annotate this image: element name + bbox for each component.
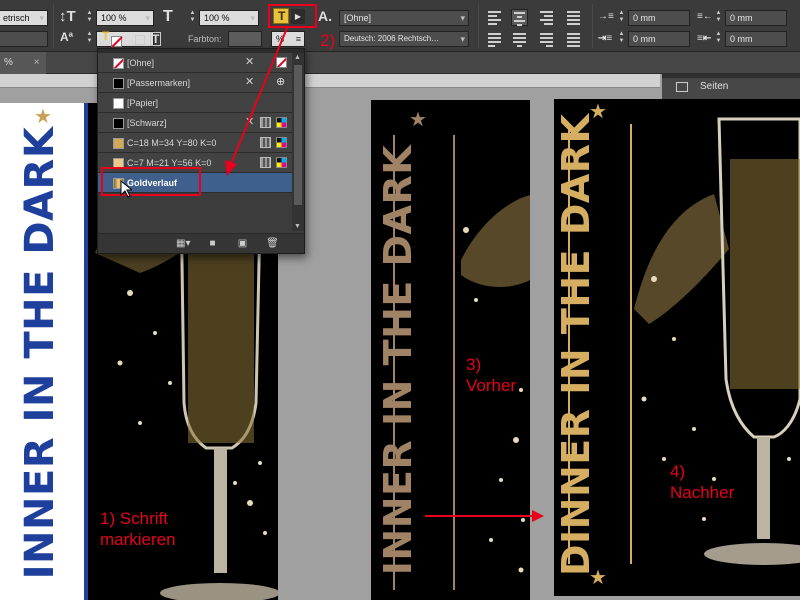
character-style-value: [Ohne] [344, 13, 372, 23]
last-line-indent-stepper[interactable]: ▲ ▼ [713, 31, 724, 47]
annotation-step-1-line-1: 1) Schrift [100, 509, 169, 528]
annotation-step-4-line-2: Nachher [670, 483, 735, 502]
first-line-indent-field[interactable]: 0 mm [628, 31, 690, 47]
vertical-scale-icon: ↕T [59, 8, 76, 25]
align-left-button[interactable] [486, 9, 503, 26]
trash-icon[interactable]: 🗑 [266, 238, 279, 249]
document-after[interactable]: ★ ★ DINNER IN THE DARK 4) Nachher [554, 99, 800, 596]
vertical-scale-value: 100 % [101, 13, 127, 23]
character-style-dropdown[interactable]: [Ohne] [339, 10, 469, 26]
measure-unit-sub-field[interactable] [0, 31, 48, 47]
panel-footer: ▦▾ ■ ▣ 🗑 [98, 233, 304, 253]
vertical-scale-stepper[interactable]: ▲ ▼ [84, 10, 95, 26]
control-bar: etrisch ↕T ▲▼ 100 % T ▲▼ 100 % Aª ▲▼ T T… [0, 0, 800, 52]
left-indent-field[interactable]: 0 mm [628, 10, 690, 26]
right-indent-stepper[interactable]: ▲ ▼ [713, 10, 724, 26]
frame-line-right [630, 124, 632, 564]
left-indent-icon: →≡ [598, 11, 614, 22]
separator [592, 4, 593, 48]
annotation-arrow-before-after [425, 510, 544, 522]
frame-apply-icon[interactable] [135, 35, 145, 45]
measure-unit-field[interactable]: etrisch [0, 10, 48, 26]
document-tab-active[interactable]: % × [0, 52, 46, 74]
pages-icon [676, 82, 688, 92]
new-swatch-icon[interactable]: ▣ [236, 238, 249, 249]
right-indent-icon: ≡← [697, 11, 713, 22]
separator [53, 4, 54, 48]
swatch-name: C=18 M=34 Y=80 K=0 [127, 138, 217, 148]
scrollbar-thumb[interactable] [294, 65, 302, 205]
language-value: Deutsch: 2006 Rechtsch… [344, 34, 440, 43]
swatch-selection-highlight [101, 167, 201, 196]
measure-unit-value: etrisch [3, 13, 30, 23]
justify-left-button[interactable] [486, 31, 503, 48]
scroll-down-icon[interactable]: ▼ [294, 223, 301, 230]
annotation-step-3: 3) Vorher [466, 354, 516, 396]
swatch-chip-gold-dark [113, 138, 124, 149]
horizontal-scale-icon: T [163, 8, 173, 25]
annotation-arrow-panel [225, 27, 288, 176]
left-indent-stepper[interactable]: ▲ ▼ [616, 10, 627, 26]
swatch-chip-paper [113, 98, 124, 109]
justify-center-button[interactable] [511, 31, 528, 48]
title-before[interactable]: INNER IN THE DARK [376, 130, 420, 590]
align-center-button[interactable] [511, 9, 528, 26]
mouse-pointer-icon [120, 180, 132, 198]
horizontal-scale-stepper[interactable]: ▲ ▼ [187, 10, 198, 26]
justify-right-button[interactable] [538, 31, 555, 48]
baseline-shift-icon: Aª [60, 30, 74, 44]
fill-stroke-text-icon[interactable]: T [102, 29, 124, 49]
first-line-indent-stepper[interactable]: ▲ ▼ [616, 31, 627, 47]
pages-panel-grip [662, 74, 800, 78]
swatch-name: [Papier] [127, 98, 159, 108]
left-indent-value: 0 mm [633, 13, 656, 23]
horizontal-scale-value: 100 % [204, 13, 230, 23]
annotation-step-4: 4) Nachher [670, 461, 734, 503]
align-right-button[interactable] [538, 9, 555, 26]
annotation-step-1: 1) Schrift markieren [100, 508, 176, 550]
swatch-view-icon[interactable]: ▦▾ [176, 238, 190, 249]
last-line-indent-value: 0 mm [730, 34, 753, 44]
justify-all-button[interactable] [565, 31, 582, 48]
title-left[interactable]: INNER IN THE DARK [17, 103, 63, 600]
title-after[interactable]: DINNER IN THE DARK [554, 114, 600, 576]
baseline-shift-stepper[interactable]: ▲ ▼ [84, 31, 95, 47]
right-indent-value: 0 mm [730, 13, 753, 23]
scroll-up-icon[interactable]: ▲ [294, 54, 301, 61]
close-icon[interactable]: × [34, 57, 40, 68]
vertical-scale-field[interactable]: 100 % [96, 10, 154, 26]
last-line-indent-icon: ≡⇤ [697, 33, 712, 44]
last-line-indent-field[interactable]: 0 mm [725, 31, 787, 47]
first-line-indent-icon: ⇥≡ [598, 33, 613, 44]
pages-panel-label: Seiten [700, 81, 729, 92]
swatch-chip-registration [113, 78, 124, 89]
document-tab-label: % [4, 57, 13, 68]
annotation-step-3-line-1: 3) [466, 355, 482, 374]
annotation-step-1-line-2: markieren [100, 530, 176, 549]
character-style-icon: A. [318, 8, 332, 24]
annotation-step-4-line-1: 4) [670, 462, 686, 481]
separator [478, 4, 479, 48]
star-icon: ★ [409, 109, 427, 131]
folder-icon[interactable]: ■ [206, 238, 219, 249]
swatch-name: [Ohne] [127, 58, 155, 68]
language-dropdown[interactable]: Deutsch: 2006 Rechtsch… [339, 31, 469, 47]
right-indent-field[interactable]: 0 mm [725, 10, 787, 26]
annotation-step-3-line-2: Vorher [466, 376, 517, 395]
swatch-name: [Schwarz] [127, 118, 167, 128]
text-apply-icon[interactable]: T [150, 32, 162, 46]
swatch-chip-black [113, 118, 124, 129]
annotation-step-2: 2) [320, 31, 336, 50]
first-line-indent-value: 0 mm [633, 34, 656, 44]
swatch-name: [Passermarken] [127, 78, 191, 88]
align-away-spine-button[interactable] [565, 9, 582, 26]
swatch-chip-none [113, 58, 124, 69]
